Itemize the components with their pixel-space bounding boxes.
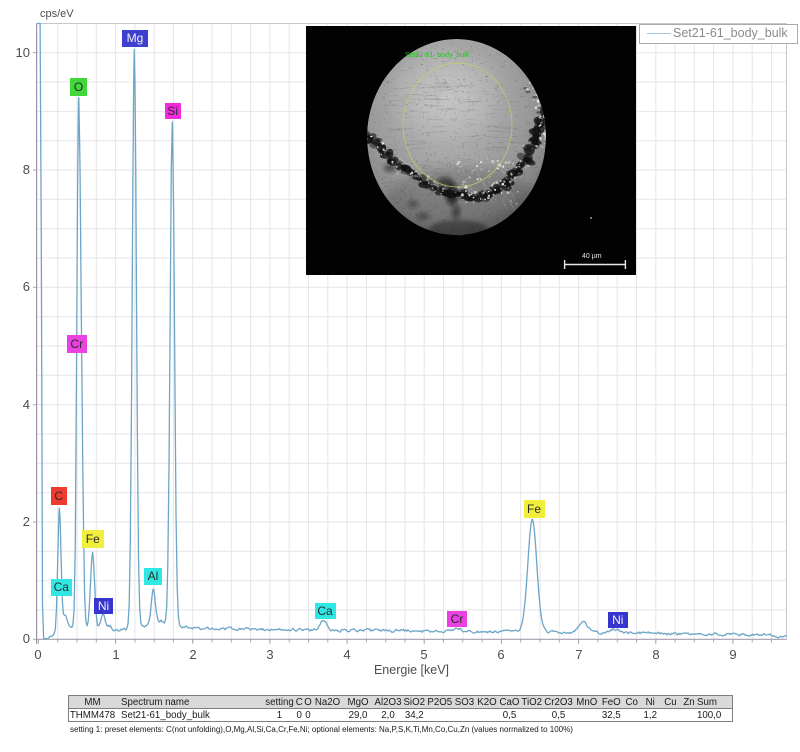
svg-text:Set21-61_body_bulk: Set21-61_body_bulk: [405, 52, 470, 59]
svg-text:40 µm: 40 µm: [582, 253, 602, 260]
